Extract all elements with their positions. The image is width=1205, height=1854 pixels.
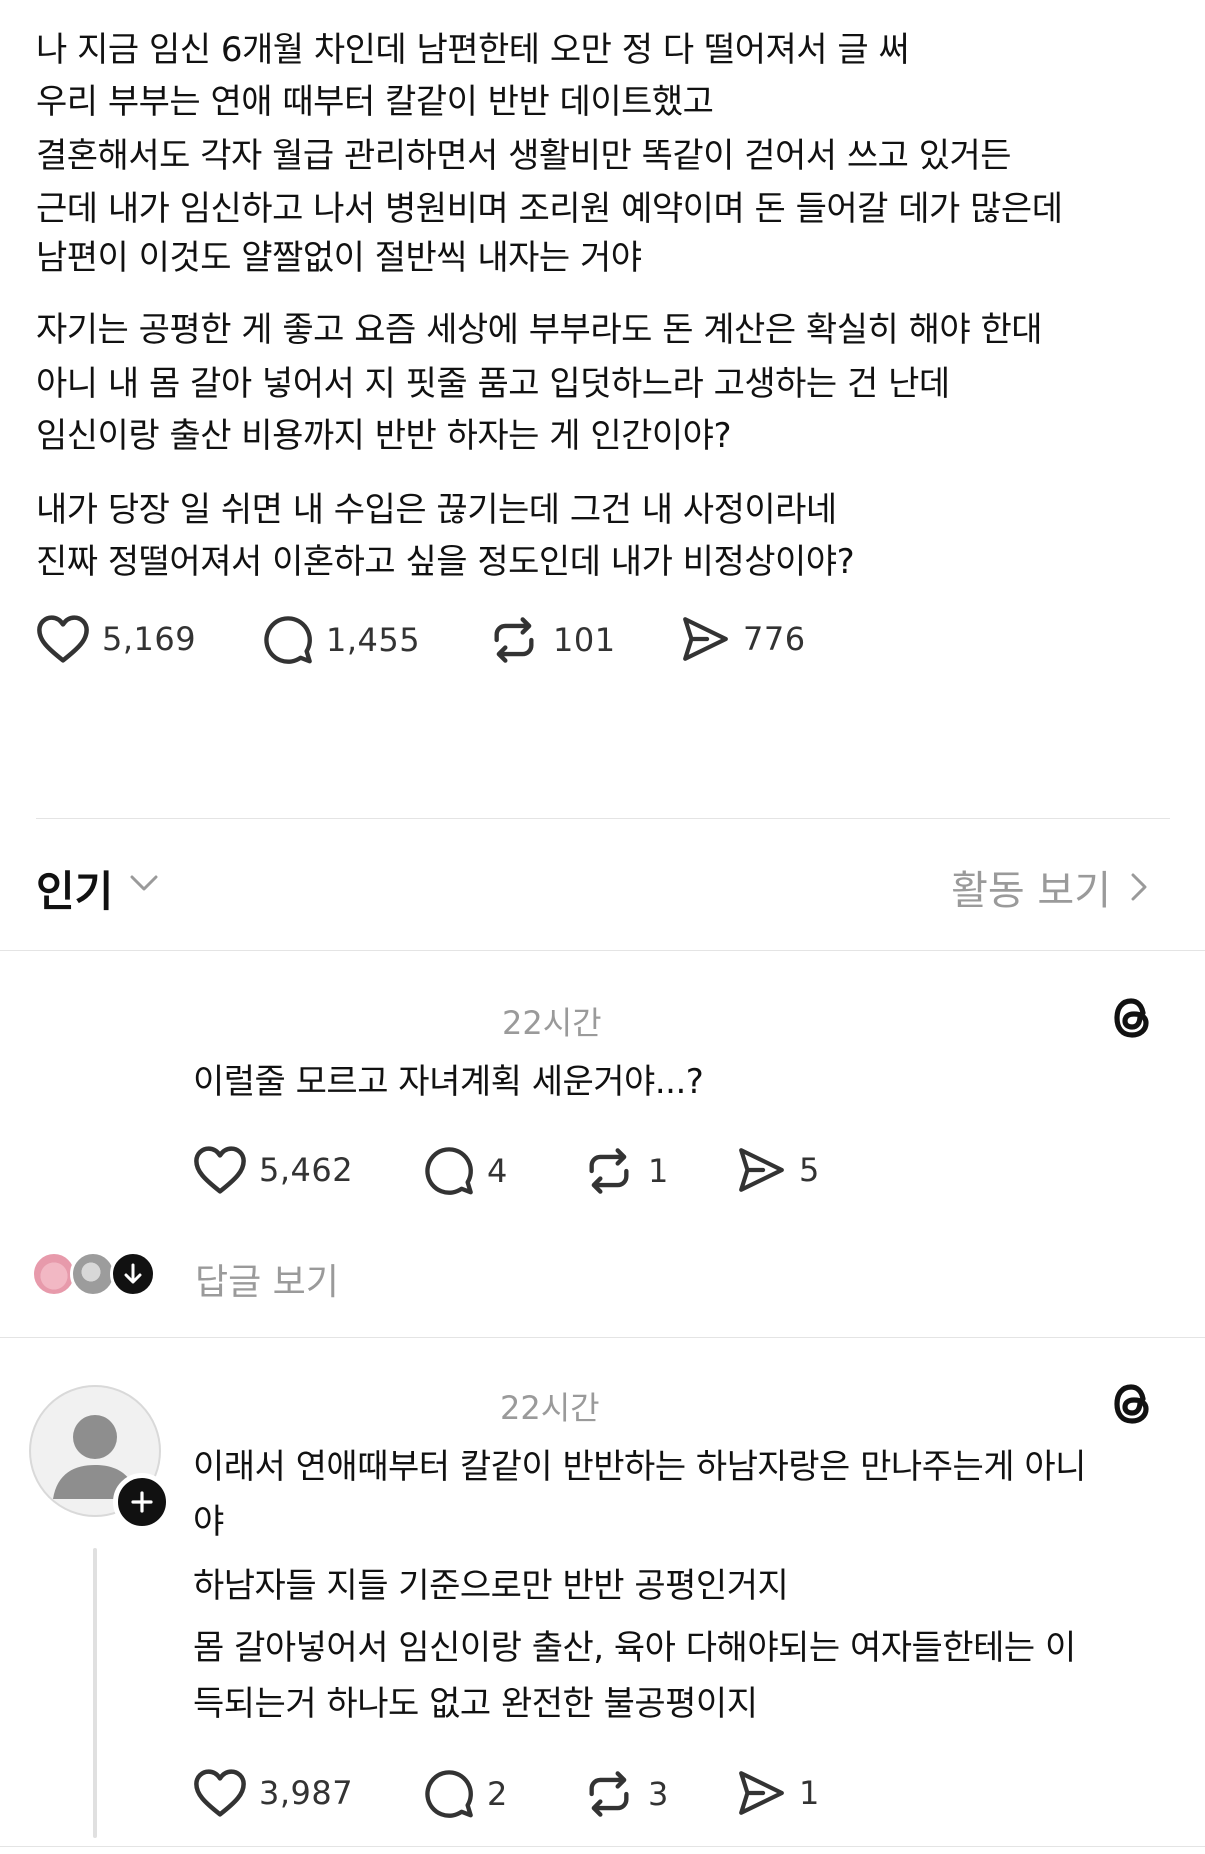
share-count: 1 [799,1774,820,1812]
share-icon [739,1771,784,1815]
post-text-line: 진짜 정떨어져서 이혼하고 싶을 정도인데 내가 비정상이야? [36,542,855,582]
like-button[interactable]: 3,987 [193,1768,353,1818]
share-button[interactable]: 5 [735,1145,820,1195]
post-text-line: 내가 당장 일 쉬면 내 수입은 끊기는데 그건 내 사정이라네 [36,490,837,530]
view-activity-label: 활동 보기 [951,868,1111,914]
comment-icon [264,616,312,664]
comment-text-line: 이럴줄 모르고 자녀계획 세운거야...? [193,1062,704,1102]
view-replies-link[interactable]: 답글 보기 [195,1253,339,1305]
heart-icon [37,615,89,663]
divider [0,950,1205,951]
share-icon [739,1148,784,1192]
share-count: 776 [743,620,806,658]
comment-count: 2 [487,1775,508,1813]
repost-button[interactable]: 1 [582,1145,669,1197]
like-count: 3,987 [259,1774,354,1812]
post-text-line: 근데 내가 임신하고 나서 병원비며 조리원 예약이며 돈 들어갈 데가 많은데 [36,189,1063,229]
repost-icon [589,1148,629,1194]
comment-icon [425,1770,473,1818]
threads-logo-icon[interactable] [1108,992,1156,1044]
post-text-line: 우리 부부는 연애 때부터 칼같이 반반 데이트했고 [36,82,714,122]
thread-line [93,1548,97,1838]
like-button[interactable]: 5,169 [36,614,196,664]
repost-button[interactable]: 3 [582,1768,669,1820]
follow-button[interactable] [113,1473,171,1531]
divider [0,1846,1205,1847]
repost-icon [589,1771,629,1817]
post-text-line: 임신이랑 출산 비용까지 반반 하자는 게 인간이야? [36,416,732,456]
like-button[interactable]: 5,462 [193,1145,353,1195]
comment-icon [425,1147,473,1195]
sort-label[interactable]: 인기 [36,858,113,919]
comment-count: 4 [487,1152,508,1190]
arrow-down-icon [110,1251,156,1297]
chevron-down-icon[interactable] [128,872,160,894]
heart-icon [194,1769,246,1817]
comment-button[interactable]: 4 [423,1145,508,1197]
comment-text-line: 득되는거 하나도 없고 완전한 불공평이지 [193,1684,758,1724]
comment-time: 22시간 [502,1004,602,1042]
post-text-line: 결혼해서도 각자 월급 관리하면서 생활비만 똑같이 걷어서 쓰고 있거든 [36,136,1012,176]
post-text-line: 나 지금 임신 6개월 차인데 남편한테 오만 정 다 떨어져서 글 써 [36,30,910,70]
comment-text-line: 이래서 연애때부터 칼같이 반반하는 하남자랑은 만나주는게 아니 [193,1447,1086,1487]
comment-count: 1,455 [326,621,421,659]
comment-text-line: 하남자들 지들 기준으로만 반반 공평인거지 [193,1566,789,1606]
threads-logo-icon[interactable] [1108,1378,1156,1430]
divider [0,1337,1205,1338]
repost-count: 1 [648,1152,669,1190]
post-text-line: 자기는 공평한 게 좋고 요즘 세상에 부부라도 돈 계산은 확실히 해야 한대 [36,310,1043,350]
view-activity-button[interactable]: 활동 보기 [951,858,1149,916]
repost-count: 101 [553,621,616,659]
comment-text-line: 몸 갈아넣어서 임신이랑 출산, 육아 다해야되는 여자들한테는 이 [193,1628,1076,1668]
chevron-right-icon [1131,873,1147,901]
divider [36,818,1170,819]
repost-icon [494,617,534,663]
share-button[interactable]: 776 [679,614,806,664]
repost-count: 3 [648,1775,669,1813]
share-icon [683,617,728,661]
heart-icon [194,1146,246,1194]
comment-text-line: 야 [193,1502,224,1542]
add-icon [131,1491,153,1513]
comment-button[interactable]: 2 [423,1768,508,1820]
share-count: 5 [799,1151,820,1189]
comment-time: 22시간 [500,1389,600,1427]
like-count: 5,169 [102,620,197,658]
post-text-line: 남편이 이것도 얄짤없이 절반씩 내자는 거야 [36,238,642,278]
share-button[interactable]: 1 [735,1768,820,1818]
like-count: 5,462 [259,1151,354,1189]
repost-button[interactable]: 101 [487,614,616,666]
comment-button[interactable]: 1,455 [262,614,420,666]
post-text-line: 아니 내 몸 갈아 넣어서 지 핏줄 품고 입덧하느라 고생하는 건 난데 [36,364,950,404]
